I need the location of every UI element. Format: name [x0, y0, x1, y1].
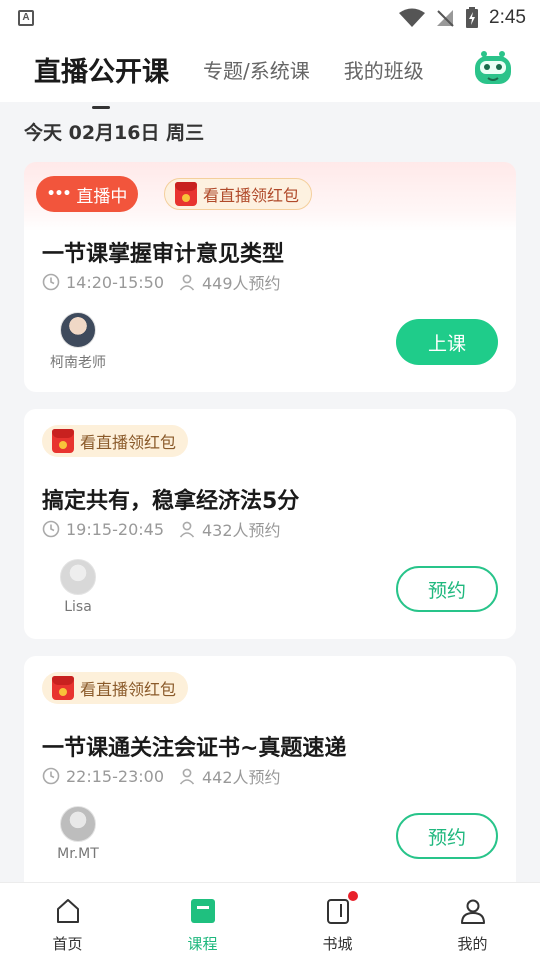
teacher-name: Lisa	[64, 599, 92, 615]
notification-dot	[348, 891, 358, 901]
clock-icon	[42, 767, 60, 785]
course-meta: 22:15-23:00 442人预约	[42, 764, 281, 788]
teacher-name: Mr.MT	[57, 846, 99, 862]
reservation-count: 449人预约	[202, 274, 281, 293]
top-tab-bar: 直播公开课 专题/系统课 我的班级	[0, 36, 540, 109]
reservation-count: 442人预约	[202, 768, 281, 787]
no-signal-icon	[437, 10, 454, 27]
redpack-label: 看直播领红包	[80, 680, 177, 699]
avatar	[60, 806, 96, 842]
live-badge: ••• 直播中	[36, 176, 138, 212]
redpack-badge[interactable]: 看直播领红包	[42, 672, 189, 704]
course-time: 19:15-20:45	[66, 519, 164, 539]
course-card[interactable]: 看直播领红包 搞定共有，稳拿经济法5分 19:15-20:45 432人预约 L…	[24, 409, 516, 639]
teacher-info[interactable]: Lisa	[42, 559, 114, 615]
course-list[interactable]: 今天 02月16日 周三 ••• 直播中 看直播领红包 一节课掌握审计意见类型 …	[0, 102, 540, 882]
red-envelope-icon	[52, 429, 74, 453]
mascot-robot-icon[interactable]	[472, 48, 514, 90]
tab-live-open-course[interactable]: 直播公开课	[34, 50, 169, 109]
nav-home[interactable]: 首页	[0, 883, 135, 960]
nav-profile[interactable]: 我的	[405, 883, 540, 960]
person-icon	[179, 521, 195, 538]
course-card[interactable]: 看直播领红包 一节课通关注会证书~真题速递 22:15-23:00 442人预约…	[24, 656, 516, 882]
redpack-badge[interactable]: 看直播领红包	[42, 425, 189, 457]
nav-label: 我的	[457, 935, 488, 953]
avatar	[60, 312, 96, 348]
person-icon	[179, 768, 195, 785]
nav-bookstore[interactable]: 书城	[270, 883, 405, 960]
clock-icon	[42, 520, 60, 538]
course-icon	[190, 899, 215, 923]
red-envelope-icon	[175, 182, 197, 206]
course-title[interactable]: 一节课通关注会证书~真题速递	[42, 730, 346, 762]
tab-topic-system-course[interactable]: 专题/系统课	[203, 55, 310, 84]
redpack-label: 看直播领红包	[203, 186, 300, 205]
bookstore-icon	[326, 899, 349, 924]
wifi-icon	[399, 8, 426, 27]
nav-label: 课程	[187, 935, 218, 953]
nav-label: 首页	[52, 935, 83, 953]
home-icon	[56, 899, 79, 923]
course-meta: 14:20-15:50 449人预约	[42, 270, 281, 294]
reservation-count: 432人预约	[202, 521, 281, 540]
nav-course[interactable]: 课程	[135, 883, 270, 960]
course-time: 14:20-15:50	[66, 272, 164, 292]
redpack-label: 看直播领红包	[80, 433, 177, 452]
clock-time: 2:45	[489, 7, 526, 28]
bottom-nav: 首页 课程 书城 我的	[0, 882, 540, 960]
status-bar: A 2:45	[0, 0, 540, 36]
teacher-info[interactable]: 柯南老师	[42, 312, 114, 372]
course-time: 22:15-23:00	[66, 766, 164, 786]
redpack-badge[interactable]: 看直播领红包	[164, 178, 313, 210]
avatar	[60, 559, 96, 595]
course-meta: 19:15-20:45 432人预约	[42, 517, 281, 541]
reserve-button[interactable]: 预约	[396, 566, 498, 612]
course-title[interactable]: 一节课掌握审计意见类型	[42, 236, 284, 268]
reserve-button[interactable]: 预约	[396, 813, 498, 859]
tab-my-class[interactable]: 我的班级	[344, 55, 424, 84]
live-badge-label: 直播中	[76, 186, 128, 207]
profile-icon	[460, 899, 485, 924]
person-icon	[179, 274, 195, 291]
course-title[interactable]: 搞定共有，稳拿经济法5分	[42, 483, 299, 515]
teacher-name: 柯南老师	[50, 355, 106, 371]
attend-class-button[interactable]: 上课	[396, 319, 498, 365]
course-card[interactable]: ••• 直播中 看直播领红包 一节课掌握审计意见类型 14:20-15:50 4…	[24, 162, 516, 392]
date-label: 今天 02月16日 周三	[24, 122, 205, 144]
red-envelope-icon	[52, 676, 74, 700]
teacher-info[interactable]: Mr.MT	[42, 806, 114, 862]
app-notification-icon: A	[18, 10, 34, 26]
clock-icon	[42, 273, 60, 291]
battery-charging-icon	[466, 7, 479, 28]
live-dots-icon: •••	[46, 186, 72, 202]
nav-label: 书城	[322, 935, 353, 953]
